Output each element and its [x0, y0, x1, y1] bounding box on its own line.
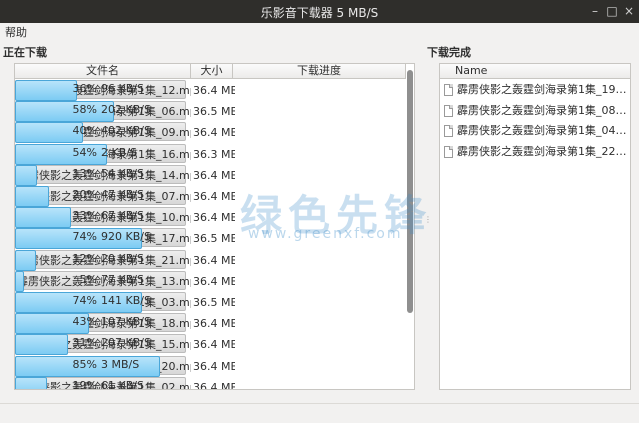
progress-fill [15, 186, 49, 207]
download-row[interactable]: 霹雳侠影之轰霆剑海录第1集_09.mp4 36.4 MB 40% 402 KB/S [15, 122, 406, 144]
progress-fill [15, 270, 24, 292]
download-size: 36.5 MB [193, 296, 235, 309]
maximize-icon[interactable]: □ [604, 3, 620, 19]
progress-fill [15, 249, 36, 271]
download-row[interactable]: 霹雳侠影之轰霆剑海录第1集_16.mp436.3 MB54%2 KB/S [15, 143, 406, 165]
download-row[interactable]: 霹雳侠影之轰霆剑海录第1集_20.mp436.4 MB85%3 MB/S [15, 355, 406, 377]
download-size: 36.4 MB [193, 274, 235, 288]
column-header-name[interactable]: Name [440, 64, 630, 79]
download-speed: 141 KB/S [101, 294, 151, 307]
download-speed: 3 MB/S [101, 357, 140, 371]
download-row[interactable]: 霹雳侠影之轰霆剑海录第1集_15.mp4 36.4 MB 31% 207 KB/S [15, 334, 406, 356]
completed-item[interactable]: 霹雳侠影之轰霆剑海录第1集_22.mp4 [440, 142, 630, 162]
column-header-filename[interactable]: 文件名 [15, 64, 191, 79]
progress-percent: 20% [72, 188, 97, 201]
progress-percent: 5% [79, 272, 97, 286]
progress-percent: 36% [72, 82, 97, 95]
download-speed: 96 KB/S [101, 82, 144, 95]
download-speed: 20 KB/S [101, 251, 144, 265]
progress-percent: 85% [72, 357, 97, 371]
file-icon [444, 84, 453, 96]
download-size: 36.4 MB [193, 190, 235, 203]
menu-bar: 帮助 [0, 23, 639, 40]
progress-fill [15, 376, 47, 389]
download-speed: 2 KB/S [101, 145, 137, 159]
download-size: 36.4 MB [193, 380, 235, 390]
download-speed: 920 KB/S [101, 230, 151, 244]
download-row[interactable]: 霹雳侠影之轰霆剑海录第1集_18.mp4 36.4 MB 43% 107 KB/S [15, 313, 406, 335]
download-speed: 61 KB/S [101, 378, 144, 390]
close-icon[interactable]: × [621, 3, 637, 19]
download-size: 36.4 MB [193, 168, 235, 182]
status-bar [0, 403, 639, 423]
progress-percent: 19% [72, 378, 97, 390]
download-size: 36.4 MB [193, 84, 235, 97]
download-speed: 67 KB/S [101, 209, 144, 223]
progress-percent: 58% [72, 103, 97, 117]
download-speed: 77 KB/S [101, 272, 144, 286]
progress-percent: 74% [72, 230, 97, 244]
minimize-icon[interactable]: – [587, 3, 603, 19]
progress-percent: 43% [72, 315, 97, 329]
download-size: 36.4 MB [193, 126, 235, 140]
completed-item[interactable]: 霹雳侠影之轰霆剑海录第1集_08.mp4 [440, 101, 630, 121]
download-row[interactable]: 霹雳侠影之轰霆剑海录第1集_06.mp436.5 MB58%202 KB/S [15, 101, 406, 123]
progress-percent: 13% [72, 166, 97, 180]
download-size: 36.3 MB [193, 147, 235, 161]
completed-filename: 霹雳侠影之轰霆剑海录第1集_04.mp4 [457, 124, 629, 137]
download-size: 36.4 MB [193, 317, 235, 331]
completed-list[interactable]: Name 霹雳侠影之轰霆剑海录第1集_19.mp4 霹雳侠影之轰霆剑海录第1集_0… [439, 63, 631, 390]
column-header-progress[interactable]: 下载进度 [233, 64, 406, 79]
downloading-section-label: 正在下载 [3, 46, 47, 59]
menu-help[interactable]: 帮助 [5, 24, 27, 40]
window-title: 乐影音下载器 5 MB/S [260, 6, 379, 20]
progress-percent: 54% [72, 145, 97, 159]
download-row[interactable]: 霹雳侠影之轰霆剑海录第1集_12.mp4 36.4 MB 36% 96 KB/S [15, 80, 406, 101]
completed-item[interactable]: 霹雳侠影之轰霆剑海录第1集_04.mp4 [440, 121, 630, 141]
download-speed: 47 KB/S [101, 188, 144, 201]
file-icon [444, 125, 453, 137]
download-row[interactable]: 霹雳侠影之轰霆剑海录第1集_03.mp436.5 MB74%141 KB/S [15, 292, 406, 313]
progress-percent: 40% [72, 124, 97, 138]
download-speed: 107 KB/S [101, 315, 151, 329]
download-size: 36.4 MB [193, 211, 235, 225]
progress-percent: 74% [72, 294, 97, 307]
progress-percent: 33% [72, 209, 97, 223]
download-speed: 207 KB/S [101, 336, 151, 350]
file-icon [444, 104, 453, 117]
file-icon [444, 145, 453, 158]
download-speed: 54 KB/S [101, 166, 144, 180]
download-speed: 202 KB/S [101, 103, 151, 117]
download-row[interactable]: 霹雳侠影之轰霆剑海录第1集_13.mp4 36.4 MB 5% 77 KB/S [15, 270, 406, 292]
download-speed: 402 KB/S [101, 124, 151, 138]
progress-percent: 12% [72, 251, 97, 265]
watermark-url: www.greenxf.com [248, 226, 403, 242]
completed-filename: 霹雳侠影之轰霆剑海录第1集_19.mp4 [457, 83, 629, 96]
column-header-size[interactable]: 大小 [191, 64, 233, 79]
download-size: 36.5 MB [193, 232, 235, 246]
download-size: 36.4 MB [193, 253, 235, 267]
completed-section-label: 下载完成 [427, 46, 471, 59]
download-row[interactable]: 霹雳侠影之轰霆剑海录第1集_21.mp4 36.4 MB 12% 20 KB/S [15, 249, 406, 271]
completed-filename: 霹雳侠影之轰霆剑海录第1集_22.mp4 [457, 144, 629, 158]
progress-percent: 31% [72, 336, 97, 350]
download-size: 36.4 MB [193, 359, 235, 373]
progress-fill [15, 164, 37, 186]
download-size: 36.4 MB [193, 338, 235, 352]
download-row[interactable]: 霹雳侠影之轰霆剑海录第1集_02.mp4 36.4 MB 19% 61 KB/S [15, 376, 406, 390]
download-size: 36.5 MB [193, 105, 235, 119]
completed-filename: 霹雳侠影之轰霆剑海录第1集_08.mp4 [457, 103, 629, 117]
title-bar: 乐影音下载器 5 MB/S – □ × [0, 0, 639, 23]
completed-item[interactable]: 霹雳侠影之轰霆剑海录第1集_19.mp4 [440, 80, 630, 100]
